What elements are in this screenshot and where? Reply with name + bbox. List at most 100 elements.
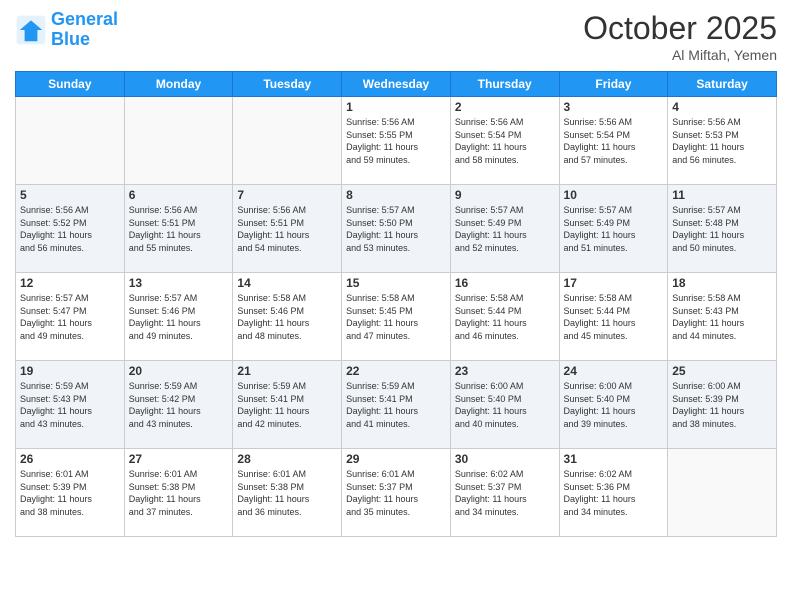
day-number: 23	[455, 364, 555, 378]
cal-cell: 24 Sunrise: 6:00 AM Sunset: 5:40 PM Dayli…	[559, 361, 668, 449]
week-row-5: 26 Sunrise: 6:01 AM Sunset: 5:39 PM Dayli…	[16, 449, 777, 537]
cal-cell: 27Sunrise: 6:01 AM Sunset: 5:38 PM Dayli…	[124, 449, 233, 537]
day-info: Sunrise: 5:56 AM Sunset: 5:53 PM Dayligh…	[672, 116, 772, 166]
day-number: 20	[129, 364, 229, 378]
day-info: Sunrise: 5:57 AM Sunset: 5:47 PM Dayligh…	[20, 292, 120, 342]
cal-cell: 13Sunrise: 5:57 AM Sunset: 5:46 PM Dayli…	[124, 273, 233, 361]
cal-cell: 15Sunrise: 5:58 AM Sunset: 5:45 PM Dayli…	[342, 273, 451, 361]
day-number: 8	[346, 188, 446, 202]
day-info: Sunrise: 5:58 AM Sunset: 5:45 PM Dayligh…	[346, 292, 446, 342]
day-info: Sunrise: 5:56 AM Sunset: 5:51 PM Dayligh…	[129, 204, 229, 254]
day-number: 31	[564, 452, 664, 466]
cal-cell: 17 Sunrise: 5:58 AM Sunset: 5:44 PM Dayli…	[559, 273, 668, 361]
day-info: Sunrise: 6:00 AM Sunset: 5:39 PM Dayligh…	[672, 380, 772, 430]
cal-cell: 20 Sunrise: 5:59 AM Sunset: 5:42 PM Dayli…	[124, 361, 233, 449]
day-header-tuesday: Tuesday	[233, 72, 342, 97]
day-number: 9	[455, 188, 555, 202]
cal-cell	[233, 97, 342, 185]
cal-cell: 9 Sunrise: 5:57 AM Sunset: 5:49 PM Daylig…	[450, 185, 559, 273]
day-number: 30	[455, 452, 555, 466]
day-number: 17	[564, 276, 664, 290]
day-number: 18	[672, 276, 772, 290]
day-header-monday: Monday	[124, 72, 233, 97]
day-header-thursday: Thursday	[450, 72, 559, 97]
title-block: October 2025 Al Miftah, Yemen	[583, 10, 777, 63]
day-number: 3	[564, 100, 664, 114]
cal-cell	[16, 97, 125, 185]
day-info: Sunrise: 5:59 AM Sunset: 5:41 PM Dayligh…	[237, 380, 337, 430]
header: General Blue October 2025 Al Miftah, Yem…	[15, 10, 777, 63]
cal-cell: 8Sunrise: 5:57 AM Sunset: 5:50 PM Daylig…	[342, 185, 451, 273]
week-row-1: 1Sunrise: 5:56 AM Sunset: 5:55 PM Daylig…	[16, 97, 777, 185]
cal-cell	[668, 449, 777, 537]
cal-cell: 29Sunrise: 6:01 AM Sunset: 5:37 PM Dayli…	[342, 449, 451, 537]
cal-cell: 31Sunrise: 6:02 AM Sunset: 5:36 PM Dayli…	[559, 449, 668, 537]
location-subtitle: Al Miftah, Yemen	[583, 47, 777, 63]
day-info: Sunrise: 5:56 AM Sunset: 5:54 PM Dayligh…	[564, 116, 664, 166]
cal-cell: 10 Sunrise: 5:57 AM Sunset: 5:49 PM Dayli…	[559, 185, 668, 273]
day-header-wednesday: Wednesday	[342, 72, 451, 97]
day-number: 6	[129, 188, 229, 202]
day-header-saturday: Saturday	[668, 72, 777, 97]
month-title: October 2025	[583, 10, 777, 47]
logo-text: General Blue	[51, 10, 118, 50]
day-number: 27	[129, 452, 229, 466]
cal-cell: 18Sunrise: 5:58 AM Sunset: 5:43 PM Dayli…	[668, 273, 777, 361]
day-number: 26	[20, 452, 120, 466]
cal-cell: 25Sunrise: 6:00 AM Sunset: 5:39 PM Dayli…	[668, 361, 777, 449]
day-info: Sunrise: 5:57 AM Sunset: 5:49 PM Dayligh…	[564, 204, 664, 254]
day-number: 12	[20, 276, 120, 290]
day-number: 1	[346, 100, 446, 114]
day-number: 22	[346, 364, 446, 378]
day-info: Sunrise: 6:00 AM Sunset: 5:40 PM Dayligh…	[455, 380, 555, 430]
day-number: 19	[20, 364, 120, 378]
cal-cell: 7 Sunrise: 5:56 AM Sunset: 5:51 PM Daylig…	[233, 185, 342, 273]
day-info: Sunrise: 5:58 AM Sunset: 5:44 PM Dayligh…	[455, 292, 555, 342]
cal-cell: 4 Sunrise: 5:56 AM Sunset: 5:53 PM Daylig…	[668, 97, 777, 185]
day-info: Sunrise: 5:56 AM Sunset: 5:52 PM Dayligh…	[20, 204, 120, 254]
day-number: 7	[237, 188, 337, 202]
day-info: Sunrise: 5:57 AM Sunset: 5:48 PM Dayligh…	[672, 204, 772, 254]
page: General Blue October 2025 Al Miftah, Yem…	[0, 0, 792, 612]
day-number: 24	[564, 364, 664, 378]
day-info: Sunrise: 5:59 AM Sunset: 5:41 PM Dayligh…	[346, 380, 446, 430]
logo: General Blue	[15, 10, 118, 50]
day-number: 4	[672, 100, 772, 114]
day-number: 13	[129, 276, 229, 290]
cal-cell	[124, 97, 233, 185]
day-info: Sunrise: 5:58 AM Sunset: 5:46 PM Dayligh…	[237, 292, 337, 342]
calendar-table: SundayMondayTuesdayWednesdayThursdayFrid…	[15, 71, 777, 537]
day-info: Sunrise: 5:59 AM Sunset: 5:43 PM Dayligh…	[20, 380, 120, 430]
day-number: 16	[455, 276, 555, 290]
cal-cell: 21Sunrise: 5:59 AM Sunset: 5:41 PM Dayli…	[233, 361, 342, 449]
day-info: Sunrise: 5:59 AM Sunset: 5:42 PM Dayligh…	[129, 380, 229, 430]
cal-cell: 30 Sunrise: 6:02 AM Sunset: 5:37 PM Dayli…	[450, 449, 559, 537]
cal-cell: 19 Sunrise: 5:59 AM Sunset: 5:43 PM Dayli…	[16, 361, 125, 449]
day-header-friday: Friday	[559, 72, 668, 97]
day-number: 11	[672, 188, 772, 202]
day-number: 5	[20, 188, 120, 202]
day-info: Sunrise: 5:58 AM Sunset: 5:44 PM Dayligh…	[564, 292, 664, 342]
cal-cell: 5 Sunrise: 5:56 AM Sunset: 5:52 PM Daylig…	[16, 185, 125, 273]
header-row: SundayMondayTuesdayWednesdayThursdayFrid…	[16, 72, 777, 97]
day-number: 14	[237, 276, 337, 290]
day-number: 10	[564, 188, 664, 202]
day-info: Sunrise: 6:00 AM Sunset: 5:40 PM Dayligh…	[564, 380, 664, 430]
week-row-3: 12 Sunrise: 5:57 AM Sunset: 5:47 PM Dayli…	[16, 273, 777, 361]
cal-cell: 23 Sunrise: 6:00 AM Sunset: 5:40 PM Dayli…	[450, 361, 559, 449]
cal-cell: 16 Sunrise: 5:58 AM Sunset: 5:44 PM Dayli…	[450, 273, 559, 361]
cal-cell: 3 Sunrise: 5:56 AM Sunset: 5:54 PM Daylig…	[559, 97, 668, 185]
cal-cell: 28 Sunrise: 6:01 AM Sunset: 5:38 PM Dayli…	[233, 449, 342, 537]
day-number: 2	[455, 100, 555, 114]
day-info: Sunrise: 6:02 AM Sunset: 5:37 PM Dayligh…	[455, 468, 555, 518]
day-info: Sunrise: 5:57 AM Sunset: 5:49 PM Dayligh…	[455, 204, 555, 254]
cal-cell: 11 Sunrise: 5:57 AM Sunset: 5:48 PM Dayli…	[668, 185, 777, 273]
day-number: 29	[346, 452, 446, 466]
day-header-sunday: Sunday	[16, 72, 125, 97]
day-info: Sunrise: 6:01 AM Sunset: 5:38 PM Dayligh…	[237, 468, 337, 518]
day-info: Sunrise: 6:01 AM Sunset: 5:39 PM Dayligh…	[20, 468, 120, 518]
cal-cell: 12 Sunrise: 5:57 AM Sunset: 5:47 PM Dayli…	[16, 273, 125, 361]
cal-cell: 2Sunrise: 5:56 AM Sunset: 5:54 PM Daylig…	[450, 97, 559, 185]
day-info: Sunrise: 5:56 AM Sunset: 5:51 PM Dayligh…	[237, 204, 337, 254]
day-number: 28	[237, 452, 337, 466]
